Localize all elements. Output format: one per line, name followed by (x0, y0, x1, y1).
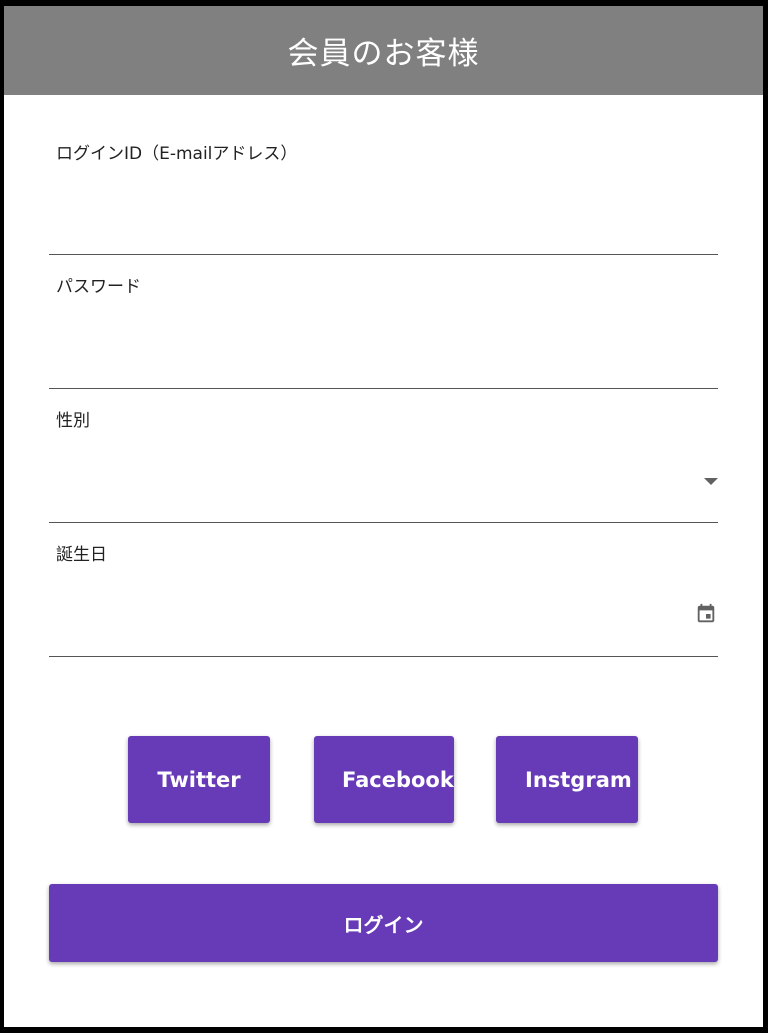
facebook-button[interactable]: Facebook (314, 736, 454, 823)
page-title: 会員のお客様 (287, 36, 480, 72)
header: 会員のお客様 (4, 6, 763, 95)
login-button[interactable]: ログイン (49, 884, 718, 962)
twitter-button-label: Twitter (157, 767, 241, 792)
login-id-label: ログインID（E-mailアドレス） (56, 144, 298, 164)
birthday-input[interactable] (56, 616, 718, 656)
login-id-field[interactable]: ログインID（E-mailアドレス） (49, 139, 718, 255)
password-field[interactable]: パスワード (49, 272, 718, 389)
password-label: パスワード (56, 277, 141, 297)
login-id-input[interactable] (56, 214, 718, 254)
birthday-field[interactable]: 誕生日 (49, 540, 718, 657)
twitter-button[interactable]: Twitter (128, 736, 270, 823)
chevron-down-icon[interactable] (704, 478, 718, 485)
gender-select[interactable]: 性別 (49, 406, 718, 523)
facebook-button-label: Facebook (342, 767, 454, 792)
gender-label: 性別 (56, 411, 90, 431)
login-button-label: ログイン (343, 912, 424, 937)
login-panel: 会員のお客様 ログインID（E-mailアドレス） パスワード 性別 誕生日 T… (4, 6, 763, 1027)
instagram-button[interactable]: Instgram (496, 736, 638, 823)
gender-value[interactable] (56, 482, 718, 522)
birthday-label: 誕生日 (56, 545, 107, 565)
calendar-icon[interactable] (695, 602, 717, 626)
instagram-button-label: Instgram (525, 767, 632, 792)
password-input[interactable] (56, 348, 718, 388)
